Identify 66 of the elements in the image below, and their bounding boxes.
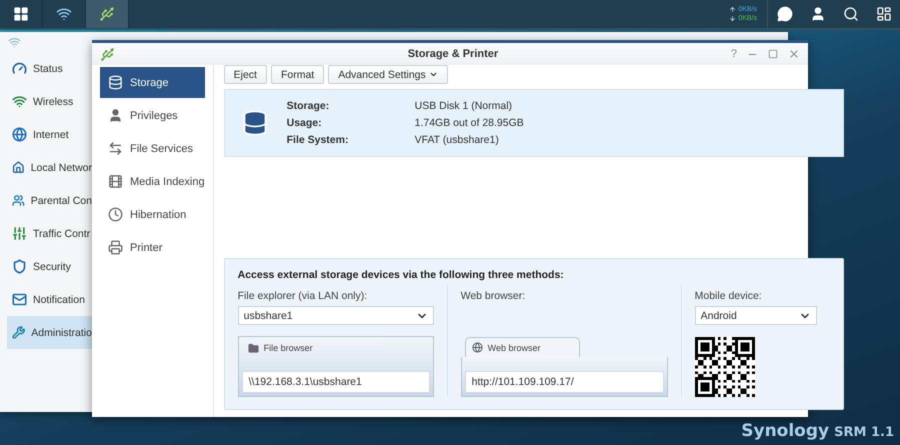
qr-code [694, 337, 755, 397]
nav-item[interactable]: File Services [100, 133, 205, 164]
nav-item[interactable]: Storage [100, 67, 205, 98]
sidebar-item[interactable]: Notification [7, 283, 92, 316]
up-arrow-icon [729, 6, 736, 13]
sidebar-item[interactable]: Parental Con [7, 184, 92, 217]
app-icon [100, 46, 115, 62]
sidebar-icon [12, 325, 26, 340]
nav-item[interactable]: Printer [100, 232, 205, 263]
info-label: File System: [286, 134, 350, 146]
toolbar-button[interactable]: Format [270, 65, 324, 84]
nav-item[interactable]: Hibernation [100, 199, 205, 230]
sidebar-icon [12, 94, 27, 109]
globe-icon [472, 342, 483, 353]
address-field[interactable]: http://101.109.109.17/ [464, 371, 664, 393]
sidebar-item[interactable]: Administratio [7, 316, 92, 349]
nav-icon [108, 108, 123, 123]
info-label: Storage: [286, 100, 330, 112]
sidebar-icon [12, 160, 25, 175]
close-icon[interactable] [788, 48, 800, 60]
device-select[interactable]: Android [694, 306, 817, 325]
panel-title: Web browser [488, 342, 540, 352]
toolbar-button[interactable]: Eject [224, 65, 267, 84]
nav-item[interactable]: Media Indexing [100, 166, 205, 197]
sidebar-item[interactable]: Local Networ [7, 151, 92, 184]
brand-logo: Synology SRM 1.1 [741, 421, 894, 441]
sidebar-icon [12, 193, 25, 208]
sidebar-icon [12, 61, 27, 76]
sidebar-item[interactable]: Wireless [7, 85, 92, 118]
app-icon [8, 36, 21, 48]
window-title: Storage & Printer [406, 48, 500, 60]
nav-item[interactable]: Privileges [100, 100, 205, 131]
section-heading: Access external storage devices via the following three methods: [238, 268, 565, 283]
sidebar-item[interactable]: Security [7, 250, 92, 283]
share-select[interactable]: usbshare1 [238, 306, 434, 325]
menu-icon [13, 6, 29, 22]
nav-icon [108, 75, 123, 90]
sidebar-item[interactable]: Traffic Contr [7, 217, 92, 250]
info-label: Usage: [286, 117, 323, 129]
sidebar-icon [12, 127, 27, 142]
taskbar-app-button[interactable] [86, 0, 129, 28]
sidebar-icon [12, 292, 27, 307]
sidebar-icon [12, 226, 27, 241]
info-value: 1.74GB out of 28.95GB [414, 117, 524, 129]
nav-icon [108, 240, 123, 255]
menu-button[interactable]: Advanced Settings [328, 65, 448, 84]
nav-icon [108, 141, 123, 156]
sidebar-item[interactable]: Internet [7, 118, 92, 151]
database-icon [240, 109, 269, 137]
sidebar-item[interactable]: Status [7, 52, 92, 85]
field-label: Mobile device: [694, 288, 763, 304]
info-value: USB Disk 1 (Normal) [414, 100, 514, 112]
field-label: File explorer (via LAN only): [238, 288, 368, 304]
wifi-icon [56, 6, 72, 22]
down-arrow-icon [729, 15, 736, 22]
info-value: VFAT (usbshare1) [414, 134, 500, 146]
field-label: Web browser: [460, 288, 526, 304]
nav-icon [108, 207, 123, 222]
sidebar-icon [12, 259, 27, 274]
nav-icon [108, 174, 123, 189]
maximize-icon[interactable] [768, 49, 778, 59]
folder-icon [248, 342, 259, 354]
address-field[interactable]: \\192.168.3.1\usbshare1 [242, 371, 430, 393]
caret-icon [428, 70, 438, 79]
usb-icon [99, 6, 115, 22]
panel-title: File browser [242, 337, 430, 359]
